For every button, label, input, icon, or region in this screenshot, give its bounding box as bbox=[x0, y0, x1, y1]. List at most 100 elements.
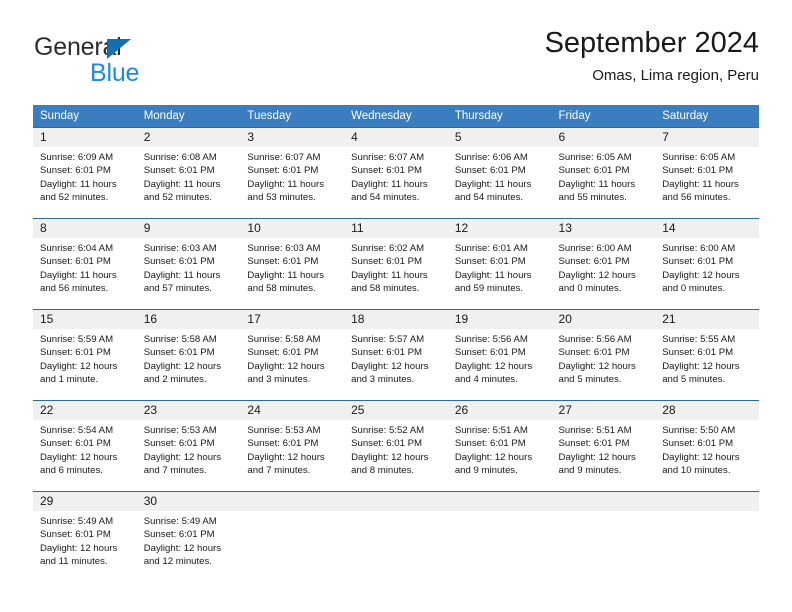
day-cell-empty bbox=[240, 491, 345, 579]
day-number bbox=[240, 492, 345, 511]
sunrise-text: Sunrise: 5:53 AM bbox=[143, 425, 217, 436]
daylight-text-line2: and 58 minutes. bbox=[351, 283, 420, 295]
day-cell[interactable]: 11 Sunrise: 6:02 AM Sunset: 6:01 PM Dayl… bbox=[344, 218, 448, 306]
day-cell[interactable]: 6 Sunrise: 6:05 AM Sunset: 6:01 PM Dayli… bbox=[551, 127, 656, 215]
sunrise-text: Sunrise: 5:59 AM bbox=[40, 334, 114, 345]
daylight-text-line2: and 52 minutes. bbox=[143, 192, 212, 204]
day-number: 1 bbox=[33, 128, 137, 147]
day-cell[interactable]: 23 Sunrise: 5:53 AM Sunset: 6:01 PM Dayl… bbox=[136, 400, 241, 488]
day-cell[interactable]: 26 Sunrise: 5:51 AM Sunset: 6:01 PM Dayl… bbox=[447, 400, 552, 488]
sunset-text: Sunset: 6:01 PM bbox=[558, 438, 630, 450]
day-details: Sunrise: 5:50 AM Sunset: 6:01 PM Dayligh… bbox=[655, 420, 759, 478]
day-cell[interactable]: 25 Sunrise: 5:52 AM Sunset: 6:01 PM Dayl… bbox=[344, 400, 448, 488]
sunset-text: Sunset: 6:01 PM bbox=[454, 438, 526, 450]
logo-word-blue: Blue bbox=[90, 59, 140, 87]
sunrise-text: Sunrise: 6:05 AM bbox=[662, 152, 736, 163]
day-details: Sunrise: 5:49 AM Sunset: 6:01 PM Dayligh… bbox=[137, 511, 241, 569]
day-cell[interactable]: 10 Sunrise: 6:03 AM Sunset: 6:01 PM Dayl… bbox=[240, 218, 345, 306]
sunset-text: Sunset: 6:01 PM bbox=[662, 347, 734, 359]
daylight-text-line1: Daylight: 12 hours bbox=[143, 451, 222, 463]
day-details: Sunrise: 6:04 AM Sunset: 6:01 PM Dayligh… bbox=[33, 238, 137, 296]
day-cell[interactable]: 28 Sunrise: 5:50 AM Sunset: 6:01 PM Dayl… bbox=[655, 400, 759, 488]
sunset-text: Sunset: 6:01 PM bbox=[351, 347, 423, 359]
day-cell[interactable]: 2 Sunrise: 6:08 AM Sunset: 6:01 PM Dayli… bbox=[136, 127, 241, 215]
daylight-text-line1: Daylight: 11 hours bbox=[247, 178, 325, 190]
sunset-text: Sunset: 6:01 PM bbox=[247, 165, 319, 177]
daylight-text-line2: and 7 minutes. bbox=[143, 465, 207, 477]
day-cell[interactable]: 24 Sunrise: 5:53 AM Sunset: 6:01 PM Dayl… bbox=[240, 400, 345, 488]
day-cell[interactable]: 30 Sunrise: 5:49 AM Sunset: 6:01 PM Dayl… bbox=[136, 491, 241, 579]
day-cell[interactable]: 21 Sunrise: 5:55 AM Sunset: 6:01 PM Dayl… bbox=[655, 309, 759, 397]
sunset-text: Sunset: 6:01 PM bbox=[143, 256, 215, 268]
daylight-text-line1: Daylight: 12 hours bbox=[40, 360, 118, 372]
sunset-text: Sunset: 6:01 PM bbox=[143, 438, 215, 450]
daylight-text-line1: Daylight: 12 hours bbox=[247, 360, 325, 372]
day-details: Sunrise: 6:08 AM Sunset: 6:01 PM Dayligh… bbox=[137, 147, 241, 205]
day-number: 30 bbox=[136, 492, 241, 511]
calendar-header-row: Sunday Monday Tuesday Wednesday Thursday… bbox=[33, 105, 759, 128]
page-header: General Blue September 2024 Omas, Lima r… bbox=[33, 26, 759, 96]
day-cell[interactable]: 8 Sunrise: 6:04 AM Sunset: 6:01 PM Dayli… bbox=[33, 218, 137, 306]
day-cell[interactable]: 3 Sunrise: 6:07 AM Sunset: 6:01 PM Dayli… bbox=[240, 127, 345, 215]
sunrise-text: Sunrise: 5:52 AM bbox=[351, 425, 425, 436]
sunset-text: Sunset: 6:01 PM bbox=[40, 529, 111, 541]
day-number: 22 bbox=[33, 401, 137, 420]
day-cell[interactable]: 22 Sunrise: 5:54 AM Sunset: 6:01 PM Dayl… bbox=[33, 400, 137, 488]
day-details: Sunrise: 5:56 AM Sunset: 6:01 PM Dayligh… bbox=[552, 329, 656, 387]
day-cell[interactable]: 9 Sunrise: 6:03 AM Sunset: 6:01 PM Dayli… bbox=[136, 218, 241, 306]
sunrise-text: Sunrise: 6:02 AM bbox=[351, 243, 425, 254]
day-number: 13 bbox=[551, 219, 656, 238]
calendar-page: General Blue September 2024 Omas, Lima r… bbox=[0, 0, 792, 612]
day-number: 26 bbox=[447, 401, 552, 420]
day-cell[interactable]: 27 Sunrise: 5:51 AM Sunset: 6:01 PM Dayl… bbox=[551, 400, 656, 488]
day-number bbox=[551, 492, 656, 511]
sunrise-text: Sunrise: 6:00 AM bbox=[558, 243, 632, 254]
daylight-text-line2: and 10 minutes. bbox=[662, 465, 731, 477]
day-details: Sunrise: 5:53 AM Sunset: 6:01 PM Dayligh… bbox=[240, 420, 344, 478]
generalblue-logo[interactable]: General Blue bbox=[33, 26, 253, 87]
day-cell[interactable]: 19 Sunrise: 5:56 AM Sunset: 6:01 PM Dayl… bbox=[447, 309, 552, 397]
day-number: 4 bbox=[344, 128, 448, 147]
title-block: September 2024 Omas, Lima region, Peru bbox=[545, 26, 759, 85]
sunrise-text: Sunrise: 5:51 AM bbox=[454, 425, 528, 436]
daylight-text-line1: Daylight: 12 hours bbox=[351, 360, 429, 372]
daylight-text-line1: Daylight: 11 hours bbox=[40, 178, 117, 190]
day-number: 19 bbox=[447, 310, 552, 329]
daylight-text-line2: and 9 minutes. bbox=[454, 465, 518, 477]
daylight-text-line2: and 4 minutes. bbox=[454, 374, 518, 386]
sunset-text: Sunset: 6:01 PM bbox=[351, 256, 423, 268]
day-number: 21 bbox=[655, 310, 759, 329]
day-cell[interactable]: 13 Sunrise: 6:00 AM Sunset: 6:01 PM Dayl… bbox=[551, 218, 656, 306]
sunset-text: Sunset: 6:01 PM bbox=[351, 165, 423, 177]
sunrise-text: Sunrise: 6:08 AM bbox=[143, 152, 217, 163]
day-cell[interactable]: 1 Sunrise: 6:09 AM Sunset: 6:01 PM Dayli… bbox=[33, 127, 137, 215]
day-cell[interactable]: 7 Sunrise: 6:05 AM Sunset: 6:01 PM Dayli… bbox=[655, 127, 759, 215]
day-number: 17 bbox=[240, 310, 345, 329]
day-number: 20 bbox=[551, 310, 656, 329]
weekday-header-saturday: Saturday bbox=[655, 105, 759, 128]
sunrise-text: Sunrise: 6:03 AM bbox=[247, 243, 321, 254]
daylight-text-line2: and 0 minutes. bbox=[558, 283, 622, 295]
day-cell[interactable]: 16 Sunrise: 5:58 AM Sunset: 6:01 PM Dayl… bbox=[136, 309, 241, 397]
day-cell[interactable]: 4 Sunrise: 6:07 AM Sunset: 6:01 PM Dayli… bbox=[344, 127, 448, 215]
day-cell[interactable]: 12 Sunrise: 6:01 AM Sunset: 6:01 PM Dayl… bbox=[447, 218, 552, 306]
day-cell[interactable]: 14 Sunrise: 6:00 AM Sunset: 6:01 PM Dayl… bbox=[655, 218, 759, 306]
day-cell[interactable]: 17 Sunrise: 5:58 AM Sunset: 6:01 PM Dayl… bbox=[240, 309, 345, 397]
day-number: 18 bbox=[344, 310, 448, 329]
day-cell[interactable]: 15 Sunrise: 5:59 AM Sunset: 6:01 PM Dayl… bbox=[33, 309, 137, 397]
day-number: 6 bbox=[551, 128, 656, 147]
day-details: Sunrise: 5:55 AM Sunset: 6:01 PM Dayligh… bbox=[655, 329, 759, 387]
day-number: 16 bbox=[136, 310, 241, 329]
day-cell[interactable]: 18 Sunrise: 5:57 AM Sunset: 6:01 PM Dayl… bbox=[344, 309, 448, 397]
day-cell[interactable]: 5 Sunrise: 6:06 AM Sunset: 6:01 PM Dayli… bbox=[447, 127, 552, 215]
sunrise-text: Sunrise: 5:53 AM bbox=[247, 425, 321, 436]
daylight-text-line2: and 2 minutes. bbox=[143, 374, 207, 386]
day-number bbox=[344, 492, 448, 511]
weekday-header-monday: Monday bbox=[136, 105, 241, 128]
daylight-text-line2: and 57 minutes. bbox=[143, 283, 212, 295]
daylight-text-line2: and 6 minutes. bbox=[40, 465, 103, 477]
day-cell[interactable]: 29 Sunrise: 5:49 AM Sunset: 6:01 PM Dayl… bbox=[33, 491, 137, 579]
day-cell[interactable]: 20 Sunrise: 5:56 AM Sunset: 6:01 PM Dayl… bbox=[551, 309, 656, 397]
sunrise-text: Sunrise: 6:09 AM bbox=[40, 152, 114, 163]
daylight-text-line1: Daylight: 11 hours bbox=[143, 269, 221, 281]
